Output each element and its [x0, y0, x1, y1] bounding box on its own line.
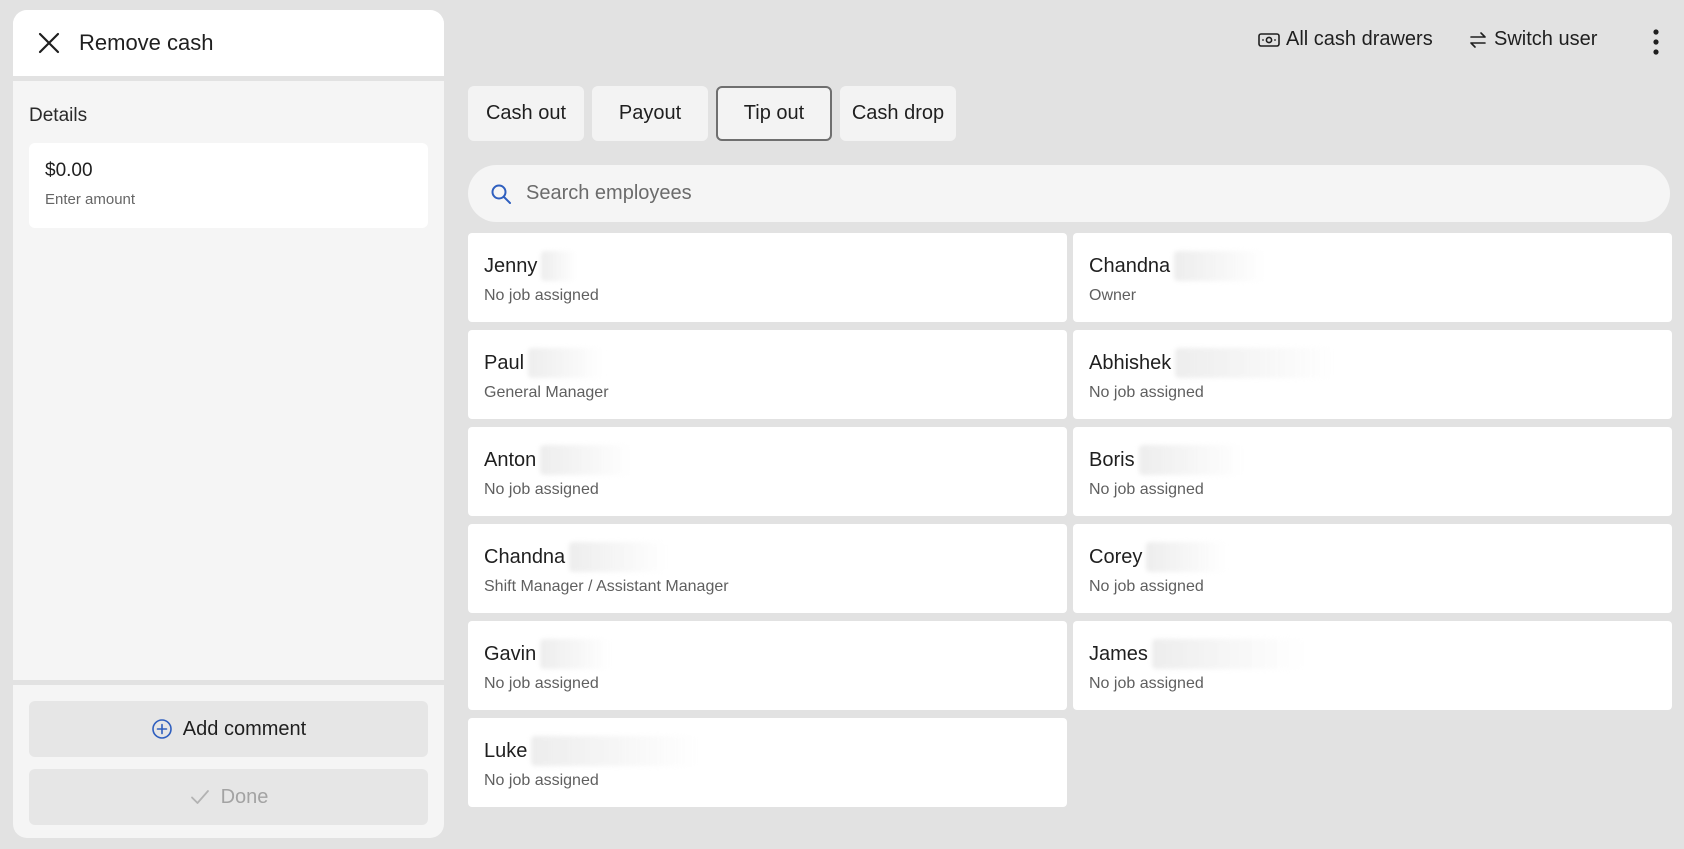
check-icon [189, 786, 211, 808]
employee-card[interactable]: Gavin No job assigned [468, 621, 1067, 710]
employee-job: No job assigned [1089, 675, 1204, 692]
employee-name: Gavin [484, 642, 537, 665]
add-comment-button[interactable]: Add comment [29, 701, 428, 757]
cash-drawer-icon [1258, 32, 1280, 48]
employee-name: Jenny [484, 254, 538, 277]
employee-name: Corey [1089, 545, 1143, 568]
redacted-surname [1151, 639, 1302, 669]
redacted-surname [541, 251, 578, 281]
employee-card[interactable]: Chandna Owner [1073, 233, 1672, 322]
employee-job: Owner [1089, 287, 1137, 304]
employee-card[interactable]: Anton No job assigned [468, 427, 1067, 516]
redacted-surname [1174, 251, 1267, 281]
switch-user-button[interactable]: Switch user [1468, 28, 1597, 51]
employee-card[interactable]: Paul General Manager [468, 330, 1067, 419]
panel-body: Details $0.00 Enter amount [13, 81, 444, 228]
employee-card[interactable]: Abhishek No job assigned [1073, 330, 1672, 419]
all-cash-drawers-button[interactable]: All cash drawers [1258, 28, 1433, 51]
employee-job: No job assigned [484, 287, 599, 304]
redacted-surname [540, 639, 611, 669]
employee-job: No job assigned [1089, 481, 1204, 498]
employee-card[interactable]: James No job assigned [1073, 621, 1672, 710]
employee-name: James [1089, 642, 1148, 665]
close-icon[interactable] [35, 29, 63, 57]
search-bar [468, 165, 1670, 222]
employee-card[interactable]: Boris No job assigned [1073, 427, 1672, 516]
employee-card[interactable]: Corey No job assigned [1073, 524, 1672, 613]
redacted-surname [1175, 348, 1336, 378]
amount-field[interactable]: $0.00 Enter amount [29, 143, 428, 228]
employee-card[interactable]: Jenny No job assigned [468, 233, 1067, 322]
tab-cash-out[interactable]: Cash out [468, 86, 584, 141]
employee-name: Paul [484, 351, 525, 374]
cash-action-tabs: Cash out Payout Tip out Cash drop [468, 86, 964, 141]
employee-card[interactable]: Luke No job assigned [468, 718, 1067, 807]
switch-user-label: Switch user [1494, 28, 1598, 50]
employee-grid: Jenny No job assigned Chandna Owner Paul… [468, 233, 1672, 807]
panel-header: Remove cash [13, 10, 444, 81]
more-vertical-icon[interactable] [1645, 26, 1667, 58]
all-cash-drawers-label: All cash drawers [1286, 28, 1433, 50]
employee-name: Anton [484, 448, 537, 471]
employee-name: Chandna [484, 545, 566, 568]
employee-job: Shift Manager / Assistant Manager [484, 578, 729, 595]
add-comment-label: Add comment [182, 717, 307, 740]
employee-job: No job assigned [484, 675, 599, 692]
swap-arrows-icon [1468, 30, 1488, 50]
employee-job: No job assigned [1089, 384, 1204, 401]
employee-name: Chandna [1089, 254, 1171, 277]
panel-footer: Add comment Done [13, 680, 444, 838]
search-input[interactable] [526, 182, 1626, 205]
redacted-surname [531, 736, 700, 766]
redacted-surname [569, 542, 668, 572]
plus-circle-icon [151, 718, 173, 740]
remove-cash-panel: Remove cash Details $0.00 Enter amount A… [13, 10, 444, 838]
details-label: Details [29, 105, 88, 126]
employee-name: Luke [484, 739, 528, 762]
tab-payout[interactable]: Payout [592, 86, 708, 141]
employee-job: General Manager [484, 384, 609, 401]
employee-name: Boris [1089, 448, 1135, 471]
employee-name: Abhishek [1089, 351, 1172, 374]
redacted-surname [1138, 445, 1243, 475]
employee-card[interactable]: Chandna Shift Manager / Assistant Manage… [468, 524, 1067, 613]
tab-cash-drop[interactable]: Cash drop [840, 86, 956, 141]
done-button[interactable]: Done [29, 769, 428, 825]
search-icon [490, 183, 512, 205]
redacted-surname [528, 348, 605, 378]
amount-hint: Enter amount [45, 191, 136, 208]
employee-job: No job assigned [1089, 578, 1204, 595]
done-label: Done [220, 785, 269, 808]
tab-tip-out[interactable]: Tip out [716, 86, 832, 141]
redacted-surname [1146, 542, 1227, 572]
redacted-surname [540, 445, 633, 475]
amount-value: $0.00 [45, 160, 93, 181]
employee-job: No job assigned [484, 481, 599, 498]
employee-job: No job assigned [484, 772, 599, 789]
panel-title: Remove cash [79, 30, 214, 55]
